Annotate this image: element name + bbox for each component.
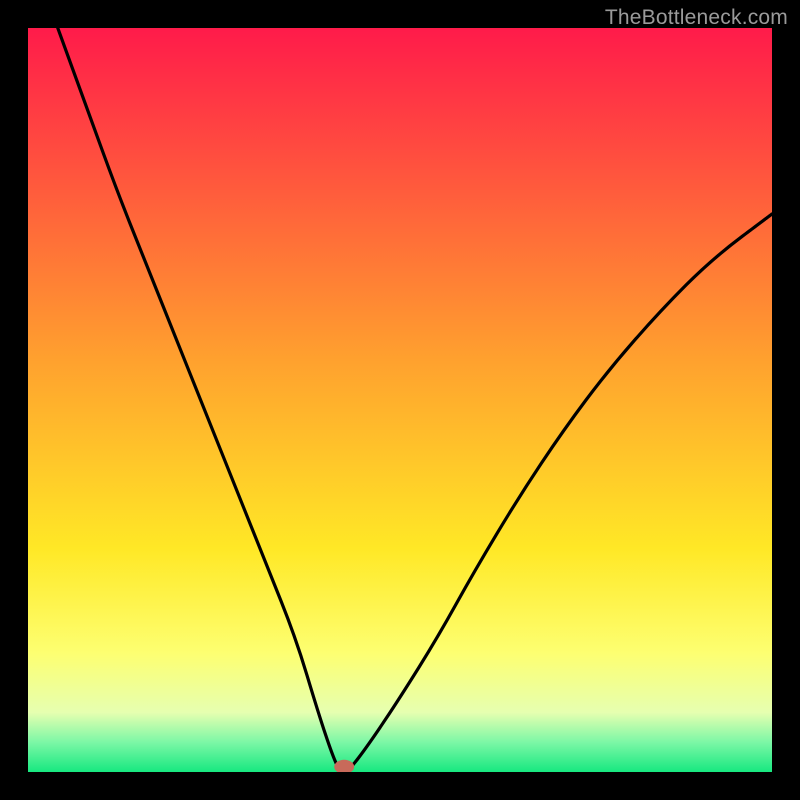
optimal-point-marker [334, 760, 354, 772]
bottleneck-chart [28, 28, 772, 772]
watermark-text: TheBottleneck.com [605, 6, 788, 30]
bottleneck-curve-line [58, 28, 772, 772]
chart-plot-area [28, 28, 772, 772]
